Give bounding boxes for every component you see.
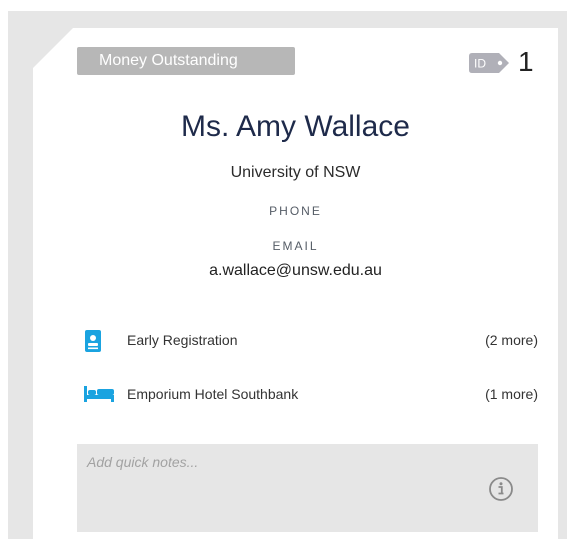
card-frame: Money Outstanding ID 1 Ms. Amy Wallace U…	[8, 11, 567, 539]
accommodation-item[interactable]: Emporium Hotel Southbank (1 more)	[84, 382, 538, 406]
registration-more-link[interactable]: (2 more)	[485, 332, 538, 348]
quick-notes-input[interactable]	[77, 444, 538, 532]
email-label: EMAIL	[272, 239, 319, 253]
id-tag-icon: ID	[469, 53, 509, 73]
phone-label: PHONE	[269, 204, 322, 218]
attendee-card[interactable]: Money Outstanding ID 1 Ms. Amy Wallace U…	[33, 28, 558, 539]
card-fold-corner	[33, 28, 73, 68]
accommodation-more-link[interactable]: (1 more)	[485, 386, 538, 402]
attendee-name: Ms. Amy Wallace	[181, 110, 410, 143]
id-number: 1	[518, 46, 534, 77]
info-icon[interactable]	[488, 476, 514, 502]
bed-icon	[84, 386, 114, 402]
attendee-organization: University of NSW	[230, 164, 361, 181]
email-value: a.wallace@unsw.edu.au	[209, 262, 382, 279]
accommodation-label: Emporium Hotel Southbank	[127, 386, 299, 402]
registration-item[interactable]: Early Registration (2 more)	[84, 328, 538, 352]
quick-notes[interactable]	[77, 444, 538, 532]
id-badge-icon	[85, 330, 101, 352]
status-badge: Money Outstanding	[77, 47, 295, 75]
id-label: ID	[474, 57, 486, 71]
registration-label: Early Registration	[127, 332, 238, 348]
